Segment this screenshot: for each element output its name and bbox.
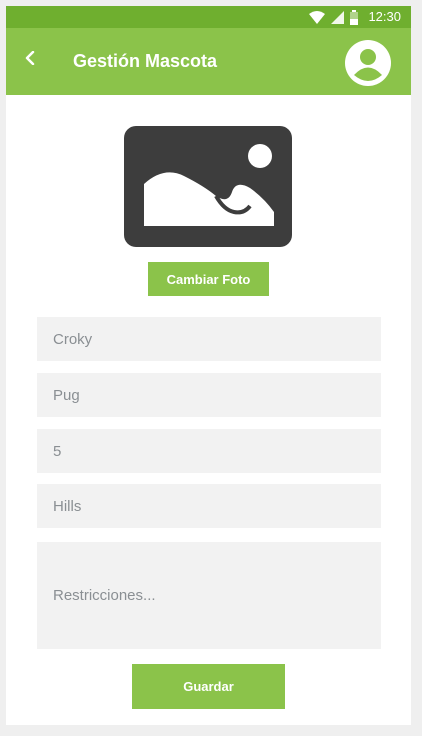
image-placeholder-icon	[124, 126, 292, 251]
pet-name-field[interactable]: Croky	[37, 317, 381, 361]
pet-food-field[interactable]: Hills	[37, 484, 381, 528]
battery-icon	[350, 9, 359, 25]
save-button[interactable]: Guardar	[132, 664, 285, 709]
pet-age-field[interactable]: 5	[37, 429, 381, 473]
status-icons: 12:30	[309, 9, 401, 25]
app-bar: Gestión Mascota	[6, 28, 411, 95]
wifi-icon	[309, 10, 326, 24]
chevron-left-icon	[25, 50, 35, 70]
phone-screen: 12:30 Gestión Mascota Cambiar Foto Croky…	[6, 6, 411, 725]
back-button[interactable]	[18, 48, 42, 72]
status-bar: 12:30	[6, 6, 411, 28]
page-title: Gestión Mascota	[73, 51, 218, 71]
signal-icon	[331, 10, 345, 24]
pet-breed-field[interactable]: Pug	[37, 373, 381, 417]
change-photo-button[interactable]: Cambiar Foto	[148, 262, 269, 296]
account-circle-icon	[345, 40, 391, 90]
status-time: 12:30	[368, 9, 401, 24]
profile-button[interactable]	[345, 40, 391, 86]
restrictions-textarea[interactable]: Restricciones...	[37, 542, 381, 649]
pet-photo	[124, 126, 292, 247]
